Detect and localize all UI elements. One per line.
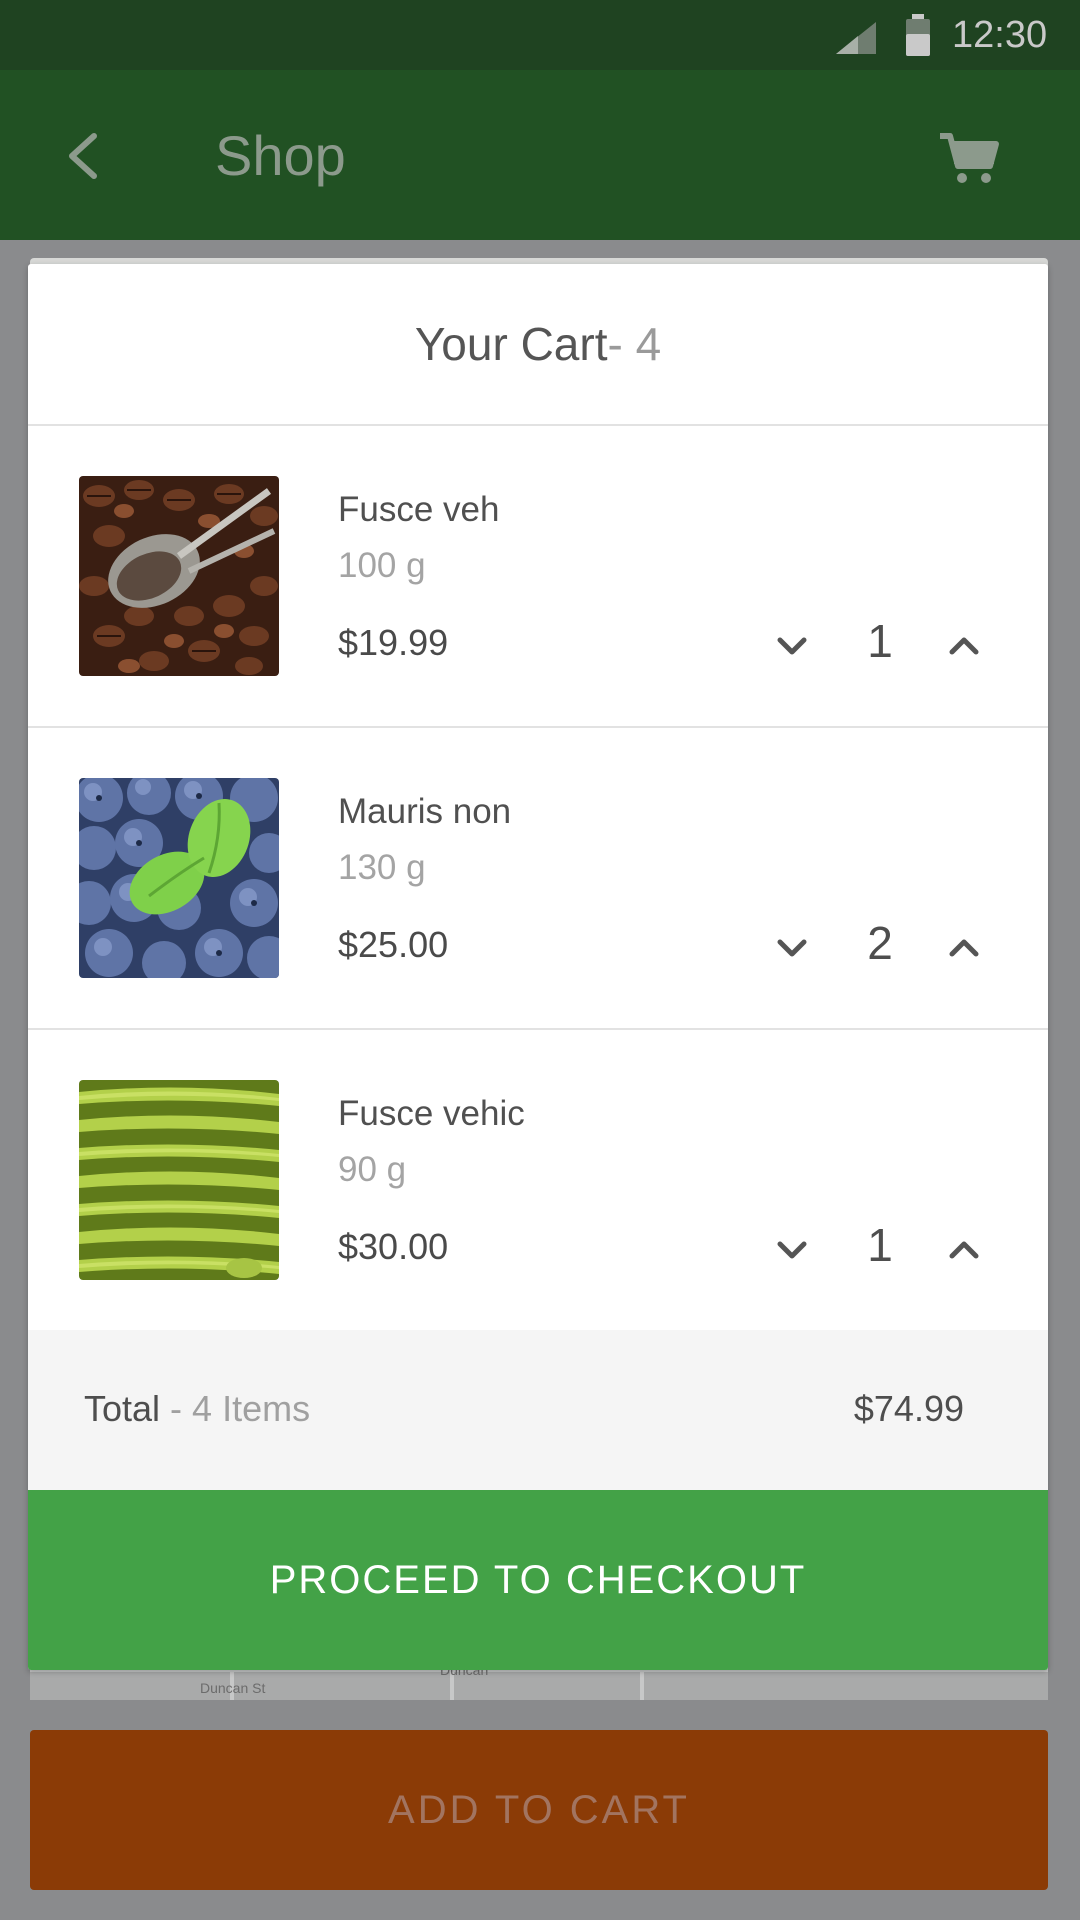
quantity-value: 1 [867,615,893,667]
product-image-blueberries [79,778,279,978]
total-label: Total - 4 Items [84,1388,310,1430]
cart-title: Your Cart [414,318,608,370]
quantity-value: 1 [867,1219,893,1271]
shopping-cart-icon[interactable] [938,130,1000,186]
page-title: Shop [215,124,346,187]
item-weight: 130 g [338,848,426,887]
cart-dialog: Your Cart - 4 Fusce veh 100 g $19.99 1 M… [28,264,1048,1670]
map-street-label: Duncan St [200,1680,266,1696]
chevron-up-icon[interactable] [940,626,988,666]
signal-icon [836,22,876,54]
chevron-up-icon[interactable] [940,1230,988,1270]
back-arrow-icon[interactable] [60,128,110,184]
total-label-text: Total [84,1388,161,1429]
app-bar: Shop [0,70,1080,240]
status-bar: 12:30 [0,0,1080,70]
product-image-coffee-beans [79,476,279,676]
item-weight: 90 g [338,1150,407,1189]
chevron-down-icon[interactable] [768,626,816,666]
total-price: $74.99 [853,1388,964,1429]
add-to-cart-button[interactable]: ADD TO CART [30,1730,1048,1890]
total-items-count: - 4 Items [160,1388,311,1429]
status-time: 12:30 [952,14,1048,56]
item-price: $25.00 [338,924,449,965]
item-price: $19.99 [338,622,449,663]
chevron-down-icon[interactable] [768,1230,816,1270]
proceed-to-checkout-button[interactable]: PROCEED TO CHECKOUT [28,1490,1048,1670]
chevron-up-icon[interactable] [940,928,988,968]
cart-item: Mauris non 130 g $25.00 2 [28,728,1048,1030]
product-image-green-beans [79,1080,279,1280]
item-name: Fusce vehic [338,1094,525,1133]
cart-item: Fusce veh 100 g $19.99 1 [28,426,1048,728]
chevron-down-icon[interactable] [768,928,816,968]
cart-total-bar: Total - 4 Items $74.99 [28,1330,1048,1490]
item-weight: 100 g [338,546,426,585]
cart-header: Your Cart - 4 [28,264,1048,426]
item-name: Fusce veh [338,490,500,529]
item-price: $30.00 [338,1226,449,1267]
item-name: Mauris non [338,792,512,831]
battery-icon [906,14,930,56]
cart-item: Fusce vehic 90 g $30.00 1 [28,1030,1048,1330]
cart-count: - 4 [607,318,662,370]
quantity-value: 2 [867,917,893,969]
